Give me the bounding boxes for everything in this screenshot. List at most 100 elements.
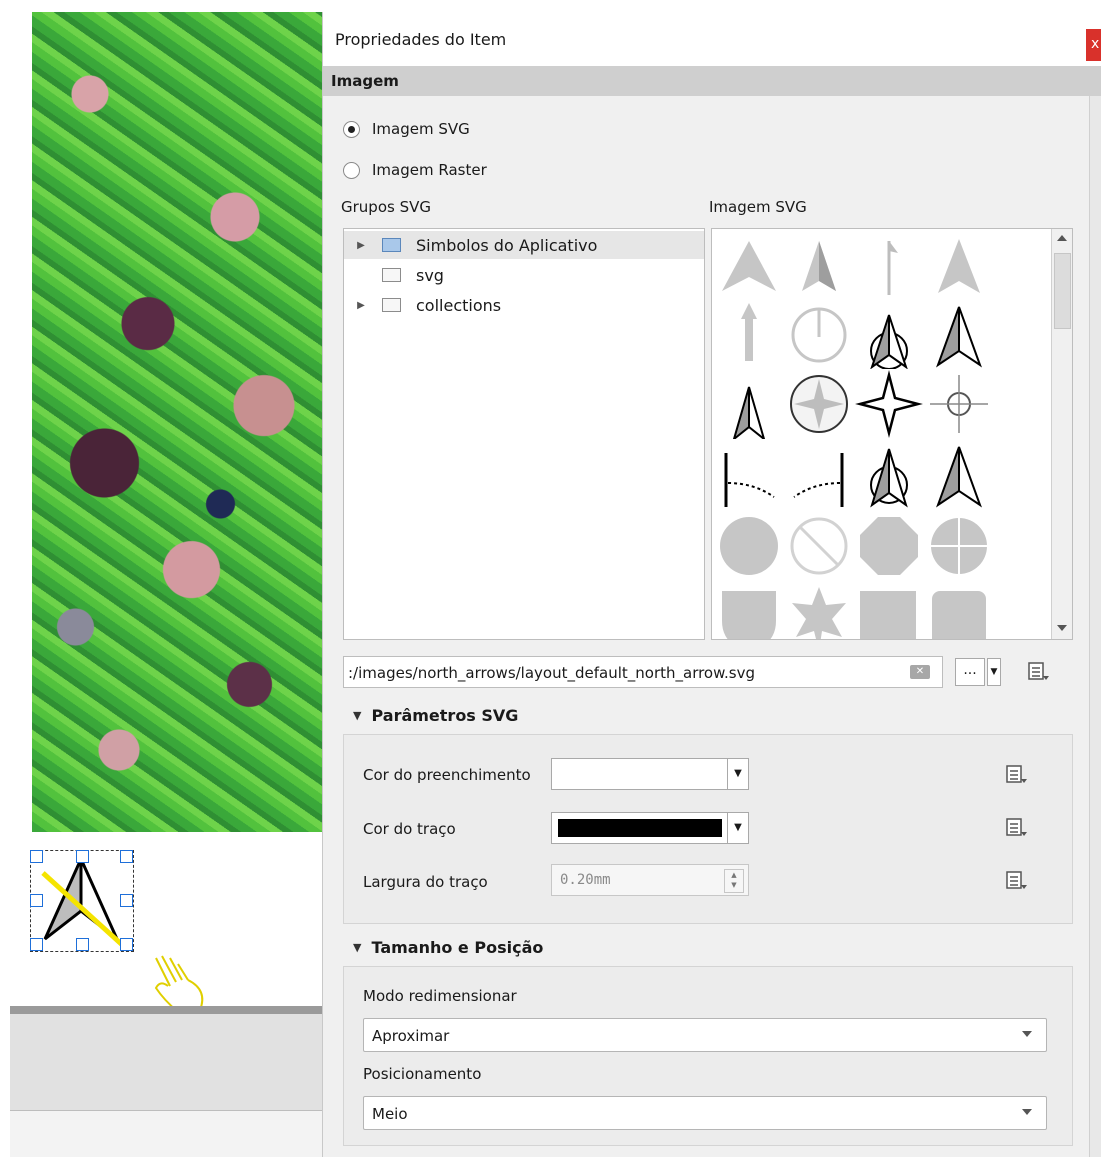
resize-handle[interactable] [76,850,89,863]
svg-groups-label: Grupos SVG [341,198,431,216]
scroll-up-icon[interactable] [1057,235,1067,241]
fill-color-dropdown-icon[interactable]: ▼ [727,758,749,790]
collapse-icon[interactable]: ▼ [353,941,361,954]
compass-rose-3-icon[interactable] [924,369,994,439]
folder-icon [382,298,401,312]
scroll-down-icon[interactable] [1057,625,1067,631]
resize-handle[interactable] [120,894,133,907]
stroke-color-button[interactable] [551,812,729,844]
data-defined-override-icon[interactable] [1003,816,1029,840]
folder-icon [382,268,401,282]
resize-handle[interactable] [30,894,43,907]
north-arrow-7-icon[interactable] [854,299,924,369]
collapse-icon[interactable]: ▼ [353,709,361,722]
north-arrow-3-icon[interactable] [854,233,924,303]
resize-handle[interactable] [30,938,43,951]
resize-mode-label: Modo redimensionar [363,987,517,1005]
resize-mode-value: Aproximar [372,1027,450,1045]
close-button[interactable]: x [1086,29,1101,61]
size-position-title: Tamanho e Posição [371,938,544,957]
clear-icon[interactable]: ✕ [910,665,930,679]
north-arrow-11-icon[interactable] [784,439,854,509]
north-arrow-13-icon[interactable] [924,439,994,509]
north-arrow-4-icon[interactable] [924,233,994,303]
radio-svg-image[interactable]: Imagem SVG [343,120,470,138]
status-area [10,1111,322,1157]
compass-rose-2-icon[interactable] [854,369,924,439]
placement-label: Posicionamento [363,1065,482,1083]
north-arrow-6-icon[interactable] [784,299,854,369]
north-arrow-icon [41,858,131,953]
no-symbol-icon[interactable] [784,511,854,581]
svg-params-header[interactable]: ▼ Parâmetros SVG [353,706,518,725]
expand-arrow-icon[interactable]: ▶ [354,300,368,311]
browse-dropdown-icon[interactable]: ▼ [987,658,1001,686]
stroke-color-label: Cor do traço [363,820,456,838]
svg-image-grid[interactable] [711,228,1073,640]
expand-arrow-icon[interactable]: ▶ [354,240,368,251]
svg-path-input[interactable]: :/images/north_arrows/layout_default_nor… [343,656,943,688]
resize-handle[interactable] [30,850,43,863]
tree-item-collections[interactable]: ▶ collections [344,291,704,319]
fill-color-swatch [558,765,722,783]
radio-raster-label: Imagem Raster [372,161,487,179]
radio-raster-indicator[interactable] [343,161,360,179]
north-arrow-12-icon[interactable] [854,439,924,509]
fill-color-label: Cor do preenchimento [363,766,531,784]
radio-svg-label: Imagem SVG [372,120,470,138]
circle-shape-icon[interactable] [714,511,784,581]
radio-raster-image[interactable]: Imagem Raster [343,161,487,179]
data-defined-override-icon[interactable] [1003,763,1029,787]
bottom-panel [10,1014,322,1111]
tree-item-label: collections [416,295,502,315]
placement-select[interactable]: Meio [363,1096,1047,1130]
stroke-width-value: 0.20mm [560,872,611,888]
data-defined-override-icon[interactable] [1025,660,1051,684]
tree-item-svg[interactable]: svg [344,261,704,289]
resize-mode-select[interactable]: Aproximar [363,1018,1047,1052]
shield-shape-icon[interactable] [714,581,784,640]
item-properties-dialog: Propriedades do Item x Imagem Imagem SVG… [322,12,1101,1157]
spin-arrows-icon[interactable]: ▲ ▼ [724,869,744,893]
resize-handle[interactable] [120,850,133,863]
size-position-header[interactable]: ▼ Tamanho e Posição [353,938,543,957]
canvas-divider [10,1006,322,1014]
north-arrow-9-icon[interactable] [714,369,784,439]
north-arrow-5-icon[interactable] [714,299,784,369]
scroll-thumb[interactable] [1054,253,1071,329]
square-shape-icon[interactable] [854,581,924,640]
radio-svg-indicator[interactable] [343,120,360,138]
tree-item-app-symbols[interactable]: ▶ Simbolos do Aplicativo [344,231,704,259]
tree-item-label: Simbolos do Aplicativo [416,235,598,255]
dialog-title: Propriedades do Item [335,30,507,49]
map-canvas[interactable] [32,12,322,832]
stroke-width-spinbox[interactable]: 0.20mm ▲ ▼ [551,864,749,896]
stroke-color-dropdown-icon[interactable]: ▼ [727,812,749,844]
octagon-shape-icon[interactable] [854,511,924,581]
north-arrow-1-icon[interactable] [714,233,784,303]
resize-handle[interactable] [76,938,89,951]
placement-value: Meio [372,1105,408,1123]
fill-color-button[interactable] [551,758,729,790]
svg-path-value: :/images/north_arrows/layout_default_nor… [348,664,755,682]
data-defined-override-icon[interactable] [1003,869,1029,893]
star-shape-icon[interactable] [784,581,854,640]
svg-images-label: Imagem SVG [709,198,807,216]
north-arrow-8-icon[interactable] [924,299,994,369]
dialog-titlebar: Propriedades do Item x [323,12,1101,66]
resize-handle[interactable] [120,938,133,951]
rounded-square-icon[interactable] [924,581,994,640]
section-header: Imagem [323,66,1101,96]
compass-rose-1-icon[interactable] [784,369,854,439]
north-arrow-10-icon[interactable] [714,439,784,509]
folder-icon [382,238,401,252]
maltese-cross-icon[interactable] [924,511,994,581]
north-arrow-2-icon[interactable] [784,233,854,303]
grid-scrollbar[interactable] [1051,229,1072,639]
chevron-down-icon [1022,1031,1032,1037]
browse-button[interactable]: ... [955,658,985,686]
dialog-scrollbar[interactable] [1089,96,1101,1157]
tree-item-label: svg [416,265,444,285]
svg-groups-tree[interactable]: ▶ Simbolos do Aplicativo svg ▶ collectio… [343,228,705,640]
north-arrow-item[interactable] [30,850,134,953]
